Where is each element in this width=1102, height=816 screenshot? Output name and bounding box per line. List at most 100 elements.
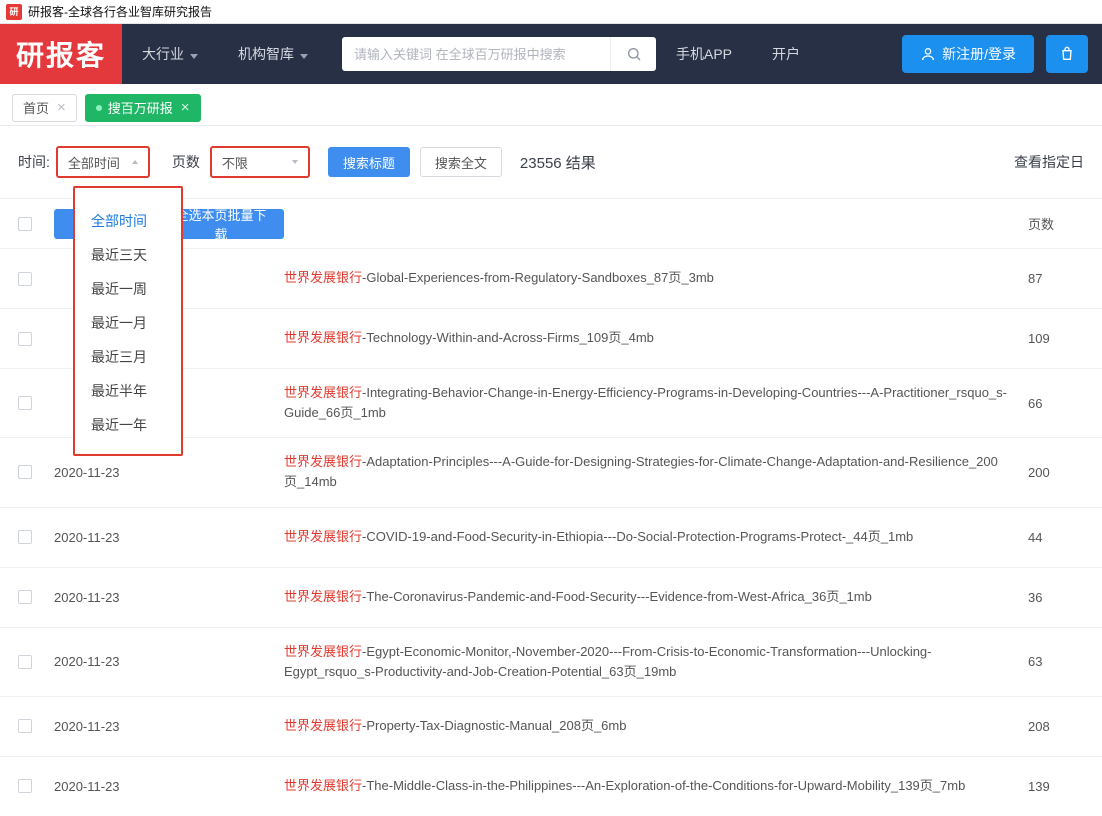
row-title[interactable]: 世界发展银行-COVID-19-and-Food-Security-in-Eth… <box>284 527 1028 547</box>
row-source: 世界发展银行 <box>284 718 362 733</box>
row-checkbox[interactable] <box>18 779 32 793</box>
row-pages: 87 <box>1028 271 1084 286</box>
table-row[interactable]: 2020-11-23世界发展银行-Property-Tax-Diagnostic… <box>0 696 1102 756</box>
tab-strip: 首页 × 搜百万研报 × <box>0 84 1102 126</box>
row-title[interactable]: 世界发展银行-Property-Tax-Diagnostic-Manual_20… <box>284 716 1028 736</box>
row-pages: 139 <box>1028 779 1084 794</box>
app-icon: 研 <box>6 4 22 20</box>
search-bar <box>342 37 656 71</box>
row-title-text: -Property-Tax-Diagnostic-Manual_208页_6mb <box>362 718 626 733</box>
row-checkbox[interactable] <box>18 396 32 410</box>
search-button[interactable] <box>610 37 656 71</box>
pages-select[interactable]: 不限 <box>210 146 310 178</box>
close-icon[interactable]: × <box>57 100 66 115</box>
row-pages: 208 <box>1028 719 1084 734</box>
nav-thinktank[interactable]: 机构智库 <box>218 24 328 84</box>
row-source: 世界发展银行 <box>284 330 362 345</box>
search-fulltext-button[interactable]: 搜索全文 <box>420 147 502 177</box>
row-checkbox[interactable] <box>18 590 32 604</box>
table-row[interactable]: 2020-11-23世界发展银行-COVID-19-and-Food-Secur… <box>0 507 1102 567</box>
nav-mobile-app[interactable]: 手机APP <box>656 24 752 84</box>
row-pages: 63 <box>1028 654 1084 669</box>
time-select-value: 全部时间 <box>68 153 120 172</box>
time-select[interactable]: 全部时间 <box>56 146 150 178</box>
row-checkbox[interactable] <box>18 655 32 669</box>
row-title[interactable]: 世界发展银行-Egypt-Economic-Monitor,-November-… <box>284 642 1028 682</box>
row-source: 世界发展银行 <box>284 454 362 469</box>
pages-filter-label: 页数 <box>172 152 200 172</box>
view-by-date-label[interactable]: 查看指定日 <box>1014 152 1084 172</box>
row-date: 2020-11-23 <box>54 654 284 669</box>
window-titlebar: 研 研报客-全球各行各业智库研究报告 <box>0 0 1102 24</box>
chevron-down-icon <box>300 46 308 62</box>
search-title-button[interactable]: 搜索标题 <box>328 147 410 177</box>
row-checkbox[interactable] <box>18 719 32 733</box>
chevron-up-icon <box>132 160 138 164</box>
row-source: 世界发展银行 <box>284 778 362 793</box>
row-date: 2020-11-23 <box>54 719 284 734</box>
user-icon <box>920 46 936 62</box>
row-pages: 44 <box>1028 530 1084 545</box>
time-option[interactable]: 最近三月 <box>75 340 181 374</box>
time-option[interactable]: 最近三天 <box>75 238 181 272</box>
row-source: 世界发展银行 <box>284 589 362 604</box>
nav-open-account[interactable]: 开户 <box>752 24 820 84</box>
row-source: 世界发展银行 <box>284 385 362 400</box>
result-count: 23556 结果 <box>520 152 596 173</box>
logo[interactable]: 研报客 <box>0 24 122 84</box>
row-checkbox[interactable] <box>18 530 32 544</box>
time-option[interactable]: 最近一年 <box>75 408 181 442</box>
row-title-text: -Integrating-Behavior-Change-in-Energy-E… <box>284 385 1007 420</box>
row-date: 2020-11-23 <box>54 530 284 545</box>
bag-icon <box>1059 46 1075 62</box>
time-option[interactable]: 全部时间 <box>75 204 181 238</box>
close-icon[interactable]: × <box>181 100 190 115</box>
time-option[interactable]: 最近一周 <box>75 272 181 306</box>
row-title[interactable]: 世界发展银行-Integrating-Behavior-Change-in-En… <box>284 383 1028 423</box>
row-source: 世界发展银行 <box>284 270 362 285</box>
nav-industry-label: 大行业 <box>142 44 184 64</box>
row-pages: 200 <box>1028 465 1084 480</box>
row-title[interactable]: 世界发展银行-The-Coronavirus-Pandemic-and-Food… <box>284 587 1028 607</box>
row-checkbox[interactable] <box>18 332 32 346</box>
cart-button[interactable] <box>1046 35 1088 73</box>
select-all-checkbox[interactable] <box>18 217 32 231</box>
tab-home-label: 首页 <box>23 98 49 117</box>
row-title[interactable]: 世界发展银行-Global-Experiences-from-Regulator… <box>284 268 1028 288</box>
time-option[interactable]: 最近半年 <box>75 374 181 408</box>
search-input[interactable] <box>342 37 610 71</box>
column-header-pages: 页数 <box>1028 214 1084 233</box>
status-dot-icon <box>96 105 102 111</box>
pages-select-value: 不限 <box>222 153 248 172</box>
row-title-text: -Global-Experiences-from-Regulatory-Sand… <box>362 270 714 285</box>
row-source: 世界发展银行 <box>284 644 362 659</box>
tab-search-reports[interactable]: 搜百万研报 × <box>85 94 201 122</box>
row-title-text: -The-Coronavirus-Pandemic-and-Food-Secur… <box>362 589 872 604</box>
row-title-text: -Adaptation-Principles---A-Guide-for-Des… <box>284 454 998 489</box>
row-checkbox[interactable] <box>18 465 32 479</box>
row-title[interactable]: 世界发展银行-Adaptation-Principles---A-Guide-f… <box>284 452 1028 492</box>
register-login-label: 新注册/登录 <box>942 44 1016 64</box>
row-title-text: -COVID-19-and-Food-Security-in-Ethiopia-… <box>362 529 913 544</box>
row-title-text: -Egypt-Economic-Monitor,-November-2020--… <box>284 644 932 679</box>
tab-home[interactable]: 首页 × <box>12 94 77 122</box>
time-option[interactable]: 最近一月 <box>75 306 181 340</box>
tab-search-label: 搜百万研报 <box>108 98 173 117</box>
row-pages: 36 <box>1028 590 1084 605</box>
row-title-text: -Technology-Within-and-Across-Firms_109页… <box>362 330 654 345</box>
window-title: 研报客-全球各行各业智库研究报告 <box>28 3 212 20</box>
nav-industry[interactable]: 大行业 <box>122 24 218 84</box>
row-date: 2020-11-23 <box>54 590 284 605</box>
register-login-button[interactable]: 新注册/登录 <box>902 35 1034 73</box>
time-dropdown-panel: 全部时间 最近三天 最近一周 最近一月 最近三月 最近半年 最近一年 <box>73 186 183 456</box>
row-date: 2020-11-23 <box>54 465 284 480</box>
row-title[interactable]: 世界发展银行-The-Middle-Class-in-the-Philippin… <box>284 776 1028 796</box>
table-row[interactable]: 2020-11-23世界发展银行-The-Coronavirus-Pandemi… <box>0 567 1102 627</box>
row-checkbox[interactable] <box>18 272 32 286</box>
table-row[interactable]: 2020-11-23世界发展银行-Egypt-Economic-Monitor,… <box>0 627 1102 696</box>
table-row[interactable]: 2020-11-23世界发展银行-The-Middle-Class-in-the… <box>0 756 1102 816</box>
top-nav: 研报客 大行业 机构智库 手机APP 开户 新注册/登录 <box>0 24 1102 84</box>
row-title[interactable]: 世界发展银行-Technology-Within-and-Across-Firm… <box>284 328 1028 348</box>
row-pages: 66 <box>1028 396 1084 411</box>
time-filter-label: 时间: <box>18 152 50 172</box>
